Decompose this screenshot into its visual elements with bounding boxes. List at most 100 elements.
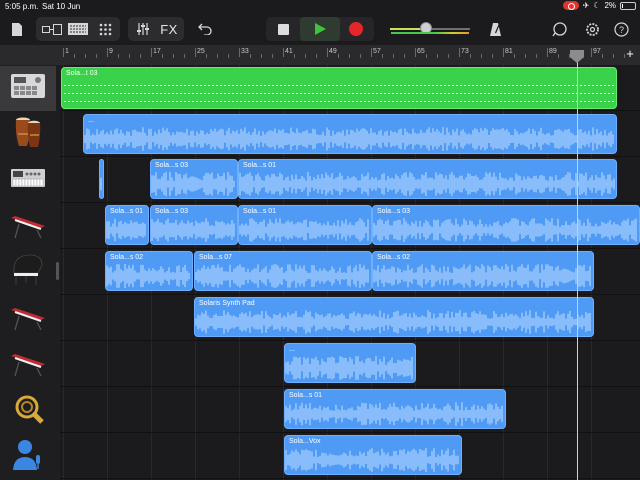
region-label: Sola...s 01 [243,208,277,215]
record-icon [349,22,363,36]
play-button[interactable] [300,17,340,41]
mixer-icon [137,23,149,35]
region[interactable]: Sola...s 01 [238,205,372,245]
waveform [195,264,371,289]
keyboard-track-1-header[interactable] [0,204,56,249]
ruler-bar-label: 73 [461,48,469,55]
ruler-bar-tick [195,48,196,57]
waveform [285,448,461,473]
ruler-bar-tick [503,48,504,57]
waveform [100,172,103,195]
master-volume-track[interactable] [390,22,470,34]
stop-button[interactable] [270,18,296,40]
tracks-view-button[interactable] [66,18,90,40]
timeline-ruler[interactable]: 1 9 17 25 33 41 49 57 65 73 81 89 97 [0,45,640,65]
ruler-bar-label: 1 [65,48,69,55]
mixer-button[interactable] [132,18,154,40]
region[interactable]: ... [284,343,416,383]
ruler-beat-tick [525,54,526,58]
ruler-beat-tick [393,54,394,58]
region[interactable]: Sola...s 01 [238,159,617,199]
waveform [239,218,371,243]
region[interactable]: Sola...t 03 [61,67,617,109]
svg-text:?: ? [618,25,623,35]
ruler-beat-tick [514,54,515,58]
status-time: 5:05 p.m. [5,2,39,11]
region[interactable] [99,159,104,199]
region[interactable]: Sola...s 01 [284,389,506,429]
region[interactable]: Sola...s 02 [105,251,193,291]
battery-percent: 2% [604,1,616,10]
ruler-beat-tick [217,54,218,58]
ruler-beat-tick [536,54,537,58]
header-resize-handle[interactable] [56,262,59,280]
ruler-bar-label: 25 [197,48,205,55]
ruler-bar-label: 17 [153,48,161,55]
ruler-corner [0,45,60,65]
loop-browser-button[interactable] [548,18,572,40]
percussion-track-header[interactable] [0,112,56,157]
region[interactable]: Sola...Vox [284,435,462,475]
grid-button[interactable] [94,18,116,40]
region-label: Solaris Synth Pad [199,300,255,307]
metronome-button[interactable] [484,18,506,40]
ruler-beat-tick [470,54,471,58]
ruler-beat-tick [294,54,295,58]
region[interactable]: Sola...s 07 [194,251,372,291]
screen-recording-icon[interactable] [562,1,579,10]
synth-module-icon [10,166,46,195]
settings-icon [585,22,599,36]
undo-icon [198,23,212,35]
garageband-window: 5:05 p.m. Sat 10 Jun ✈ ☾ 2% FX ? 1 9 17 … [0,0,640,480]
region[interactable]: Sola...s 01 [105,205,149,245]
loop-browser-icon [552,22,567,37]
vocal-track-header[interactable] [0,434,56,479]
ruler-beat-tick [492,54,493,58]
playhead[interactable] [577,58,578,480]
help-button[interactable]: ? [610,18,632,40]
fx-button[interactable]: FX [156,18,182,40]
region[interactable]: Sola...s 03 [150,205,238,245]
record-button[interactable] [342,17,370,41]
region[interactable]: Sola...s 03 [372,205,640,245]
my-songs-button[interactable] [8,18,26,40]
region[interactable]: Sola...s 03 [150,159,238,199]
stop-icon [277,23,289,35]
region[interactable]: Solaris Synth Pad [194,297,594,337]
synth-track-header[interactable] [0,158,56,203]
pattern-steps [62,81,616,105]
horn-track-header[interactable] [0,388,56,433]
undo-button[interactable] [194,18,216,40]
ruler-beat-tick [569,54,570,58]
ruler-bar-tick [327,48,328,57]
region-label: Sola...s 01 [110,208,144,215]
region-label: ... [289,346,295,353]
ruler-beat-tick [404,54,405,58]
ruler-beat-tick [382,54,383,58]
beat-sequencer-track-header[interactable] [0,66,56,111]
ruler-beat-tick [261,54,262,58]
browser-button[interactable] [40,18,64,40]
piano-track-header[interactable] [0,250,56,295]
region[interactable]: Sola...s 02 [372,251,594,291]
output-level-meter [391,32,469,34]
add-track-button[interactable]: + [623,47,637,61]
vocalist-icon [12,437,44,476]
ruler-beat-tick [162,54,163,58]
french-horn-icon [11,391,45,430]
region-label: Sola...s 01 [289,392,323,399]
waveform [239,172,616,197]
settings-button[interactable] [581,18,603,40]
waveform [151,218,237,243]
metronome-icon [489,22,501,36]
help-icon: ? [613,21,629,37]
ruler-beat-tick [448,54,449,58]
keyboard-track-2-header[interactable] [0,296,56,341]
ruler-beat-tick [173,54,174,58]
ruler-beat-tick [602,54,603,58]
ruler-bar-label: 33 [241,48,249,55]
ruler-beat-tick [96,54,97,58]
keyboard-track-3-header[interactable] [0,342,56,387]
region[interactable]: ... [83,114,617,154]
status-date: Sat 10 Jun [42,2,81,11]
